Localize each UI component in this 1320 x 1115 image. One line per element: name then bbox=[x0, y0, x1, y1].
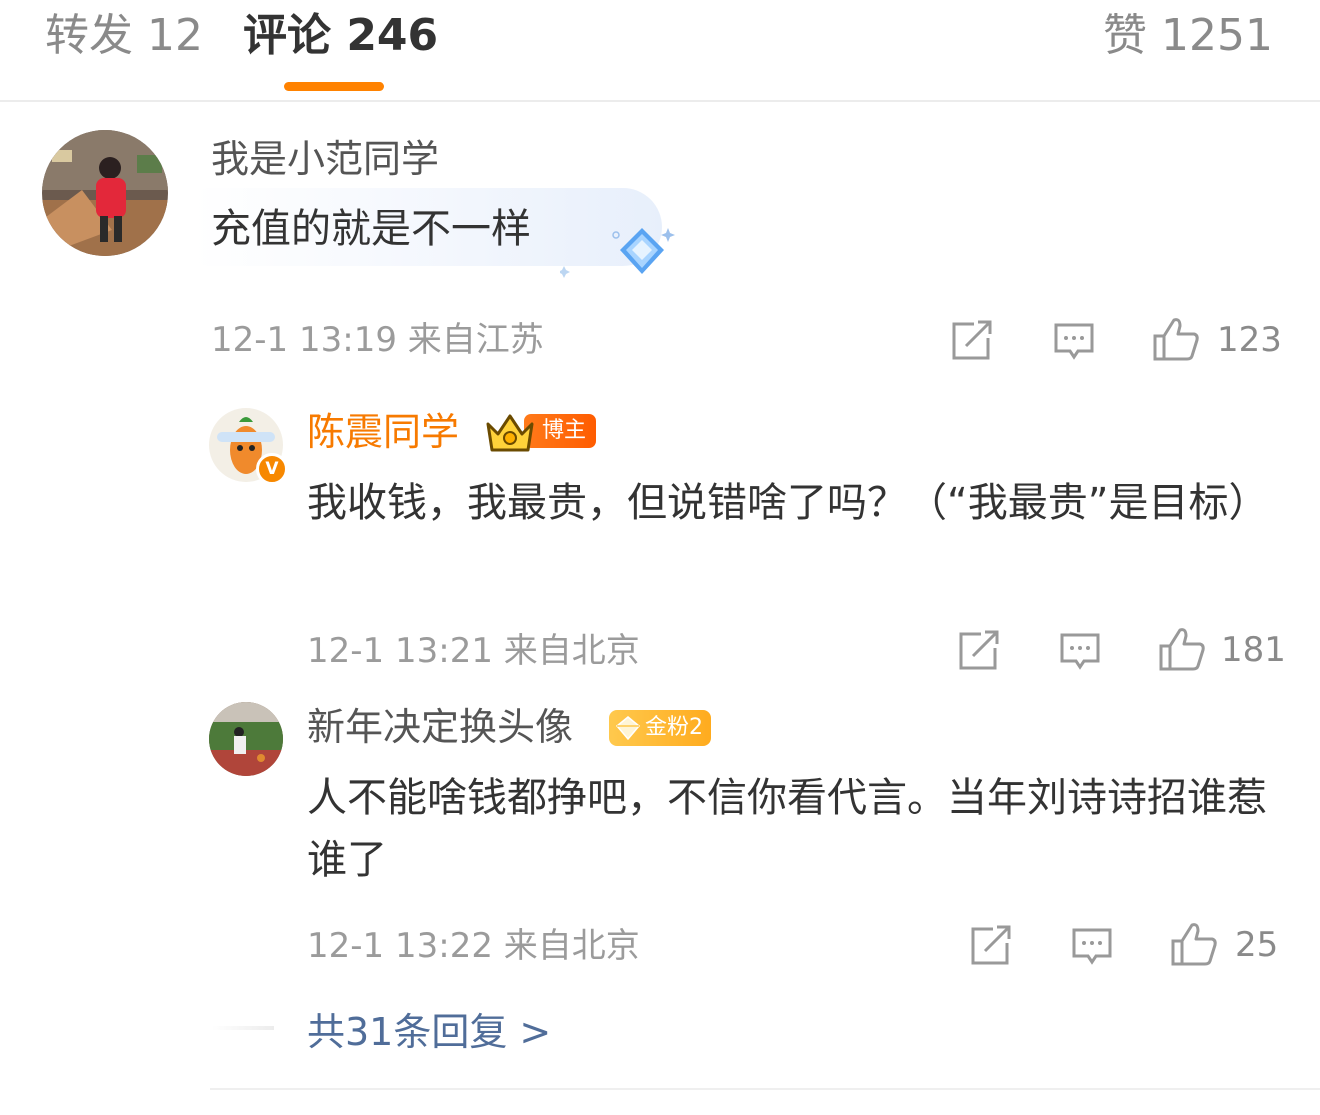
like-icon[interactable] bbox=[1158, 626, 1206, 672]
divider bbox=[210, 1088, 1320, 1090]
verified-badge-icon: V bbox=[256, 453, 288, 485]
tab-comment[interactable]: 评论 246 bbox=[243, 8, 438, 64]
forward-icon[interactable] bbox=[957, 630, 1001, 672]
like-count: 123 bbox=[1217, 320, 1282, 360]
forward-icon[interactable] bbox=[950, 320, 994, 362]
reply-username[interactable]: 陈震同学 bbox=[307, 408, 459, 456]
reply-icon[interactable] bbox=[1071, 927, 1113, 967]
gold-gem-icon bbox=[615, 715, 641, 745]
reply-icon[interactable] bbox=[1053, 322, 1095, 362]
reply-meta: 12-1 13:21 来自北京 bbox=[307, 631, 640, 671]
like-count: 181 bbox=[1221, 630, 1286, 670]
crown-tv-icon bbox=[484, 412, 538, 458]
like-icon[interactable] bbox=[1152, 316, 1200, 362]
reply-username[interactable]: 新年决定换头像 bbox=[307, 703, 573, 751]
forward-icon[interactable] bbox=[969, 925, 1013, 967]
gold-fan-badge: 金粉2 bbox=[609, 710, 711, 746]
active-tab-indicator bbox=[284, 82, 384, 91]
reply-text: 我收钱，我最贵，但说错啥了吗？（“我最贵”是目标） bbox=[307, 480, 1269, 526]
divider bbox=[212, 1026, 274, 1030]
reply-meta: 12-1 13:22 来自北京 bbox=[307, 926, 640, 966]
tab-repost[interactable]: 转发 12 bbox=[45, 8, 203, 64]
like-icon[interactable] bbox=[1170, 921, 1218, 967]
tab-like[interactable]: 赞 1251 bbox=[1103, 8, 1273, 64]
more-replies-link[interactable]: 共31条回复 > bbox=[307, 1008, 551, 1056]
reply-icon[interactable] bbox=[1059, 632, 1101, 672]
reply-text: 人不能啥钱都挣吧，不信你看代言。当年刘诗诗招谁惹谁了 bbox=[307, 775, 1267, 883]
gold-fan-badge-label: 金粉2 bbox=[645, 715, 703, 740]
like-count: 25 bbox=[1235, 925, 1279, 965]
comment-username[interactable]: 我是小范同学 bbox=[211, 135, 439, 183]
blogger-badge: 博主 bbox=[484, 412, 596, 452]
diamond-icon bbox=[558, 222, 680, 282]
avatar[interactable] bbox=[209, 702, 283, 776]
comment-meta: 12-1 13:19 来自江苏 bbox=[211, 320, 544, 360]
tab-bar: 转发 12 评论 246 赞 1251 bbox=[0, 0, 1320, 102]
avatar[interactable] bbox=[42, 130, 168, 256]
